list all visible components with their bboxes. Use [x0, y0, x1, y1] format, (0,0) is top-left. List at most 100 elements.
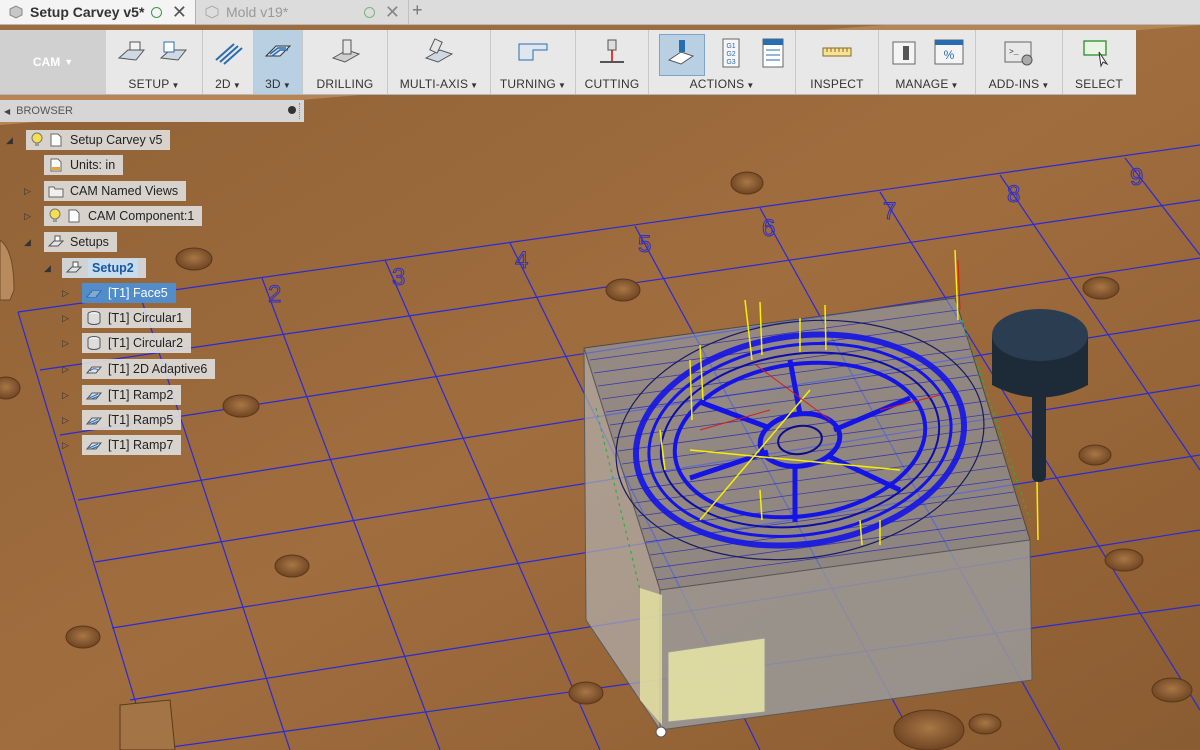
3d-group[interactable]: 3D ▼	[254, 30, 303, 94]
browser-header[interactable]: ◀ BROWSER	[0, 100, 304, 122]
post-process-icon: G1G2G3	[722, 38, 740, 68]
visibility-bulb-icon[interactable]	[30, 132, 44, 148]
2d-adaptive-icon	[215, 43, 243, 65]
grid-label: 2	[268, 281, 281, 308]
chevron-down-icon: ▼	[470, 81, 479, 90]
expand-down-icon[interactable]: ◢	[24, 237, 31, 248]
select-icon	[1083, 40, 1109, 68]
drilling-group[interactable]: DRILLING	[303, 30, 388, 94]
tree-root[interactable]: ◢ Setup Carvey v5	[2, 130, 171, 150]
tree-label: Setup2	[88, 259, 138, 277]
actions-label: ACTIONS	[689, 77, 745, 91]
expand-right-icon[interactable]: ▷	[62, 390, 69, 401]
inspect-group[interactable]: INSPECT	[796, 30, 879, 94]
operation-item[interactable]: ▷ [T1] Ramp5	[60, 410, 182, 430]
add-ins-group[interactable]: >_ ADD-INS ▼	[976, 30, 1063, 94]
chevron-down-icon: ▼	[171, 81, 180, 90]
operation-label: [T1] Face5	[108, 286, 168, 300]
document-icon	[9, 5, 23, 19]
expand-right-icon[interactable]: ▷	[62, 364, 69, 375]
document-icon	[50, 133, 62, 147]
2d-group[interactable]: 2D ▼	[203, 30, 254, 94]
drilling-label: DRILLING	[316, 77, 374, 91]
operation-label: [T1] Ramp7	[108, 438, 174, 452]
select-label: SELECT	[1075, 77, 1123, 91]
close-tab-icon[interactable]: ✕	[172, 2, 187, 23]
expand-right-icon[interactable]: ▷	[24, 211, 31, 222]
expand-right-icon[interactable]: ▷	[62, 440, 69, 451]
expand-down-icon[interactable]: ◢	[44, 263, 51, 274]
ramp-operation-icon	[86, 392, 102, 400]
collapse-icon[interactable]: ◀	[4, 107, 10, 116]
chevron-down-icon: ▼	[1041, 81, 1050, 90]
multi-axis-icon	[424, 38, 454, 63]
workspace-label: CAM	[32, 55, 61, 69]
circular-operation-icon	[87, 311, 101, 325]
grid-label: 3	[392, 264, 405, 291]
grid-label: 5	[638, 231, 651, 258]
actions-group[interactable]: G1 G2 G3 ACTIONS ▼	[649, 30, 796, 94]
tree-named-views[interactable]: ▷ CAM Named Views	[20, 181, 187, 201]
grid-label: 6	[762, 215, 775, 242]
manage-group[interactable]: % MANAGE ▼	[879, 30, 976, 94]
expand-right-icon[interactable]: ▷	[24, 186, 31, 197]
workspace-selector[interactable]: CAM ▼	[0, 30, 106, 94]
operation-item[interactable]: ▷ [T1] Circular1	[60, 308, 192, 328]
tree-setups[interactable]: ◢ Setups	[20, 232, 117, 252]
select-group[interactable]: SELECT	[1063, 30, 1135, 94]
browser-title: BROWSER	[16, 105, 73, 117]
setups-icon	[48, 235, 64, 247]
component-icon	[68, 209, 80, 223]
operation-item[interactable]: ▷ [T1] Ramp2	[60, 385, 182, 405]
ramp-operation-icon	[86, 417, 102, 425]
face-operation-icon	[86, 290, 102, 298]
operation-item[interactable]: ▷ [T1] 2D Adaptive6	[60, 359, 216, 379]
cutting-label: CUTTING	[584, 77, 640, 91]
expand-right-icon[interactable]: ▷	[62, 288, 69, 299]
chevron-down-icon: ▼	[950, 81, 959, 90]
folder-icon	[48, 186, 64, 198]
tree-label: Units: in	[70, 158, 116, 172]
pin-icon[interactable]	[288, 106, 296, 114]
expand-right-icon[interactable]: ▷	[62, 313, 69, 324]
chevron-down-icon: ▼	[557, 81, 567, 90]
chevron-down-icon: ▼	[746, 81, 755, 90]
expand-right-icon[interactable]: ▷	[62, 415, 69, 426]
turning-label: TURNING	[499, 77, 556, 91]
svg-text:>_: >_	[1009, 48, 1019, 57]
document-tab-active[interactable]: Setup Carvey v5* ✕	[0, 0, 196, 24]
operation-item[interactable]: ▷ [T1] Circular2	[60, 333, 192, 353]
setup-label: SETUP	[128, 77, 170, 91]
new-tab-icon[interactable]: +	[412, 0, 423, 21]
operation-item[interactable]: ▷ [T1] Face5	[60, 283, 176, 303]
setup-group[interactable]: SETUP ▼	[106, 30, 203, 94]
operation-label: [T1] Circular1	[108, 311, 184, 325]
tree-setup2[interactable]: ◢ Setup2	[40, 258, 146, 278]
document-icon	[205, 5, 219, 19]
tree-component[interactable]: ▷ CAM Component:1	[20, 206, 203, 226]
panel-grip-icon[interactable]	[299, 103, 302, 119]
svg-text:G1: G1	[726, 43, 735, 50]
chevron-down-icon: ▼	[282, 81, 291, 90]
adaptive-operation-icon	[86, 366, 102, 374]
operation-label: [T1] Ramp5	[108, 413, 174, 427]
document-tab[interactable]: Mold v19* ✕	[196, 0, 409, 24]
cutting-group[interactable]: CUTTING	[576, 30, 649, 94]
multi-axis-group[interactable]: MULTI-AXIS ▼	[388, 30, 491, 94]
setup-sheet-icon	[762, 38, 784, 68]
multi-axis-label: MULTI-AXIS	[399, 77, 469, 91]
svg-text:G2: G2	[726, 51, 735, 58]
expand-down-icon[interactable]: ◢	[6, 135, 13, 146]
operation-item[interactable]: ▷ [T1] Ramp7	[60, 435, 182, 455]
close-tab-icon[interactable]: ✕	[385, 2, 400, 23]
expand-right-icon[interactable]: ▷	[62, 338, 69, 349]
setup-icon	[66, 261, 82, 273]
tree-units[interactable]: Units: in	[44, 155, 124, 175]
chevron-down-icon: ▼	[64, 57, 74, 67]
2d-label: 2D	[215, 77, 231, 91]
sync-status-icon	[363, 6, 375, 18]
tree-label: CAM Named Views	[70, 184, 179, 198]
new-setup-icon	[117, 41, 146, 61]
turning-group[interactable]: TURNING ▼	[491, 30, 576, 94]
visibility-bulb-icon[interactable]	[48, 208, 62, 224]
